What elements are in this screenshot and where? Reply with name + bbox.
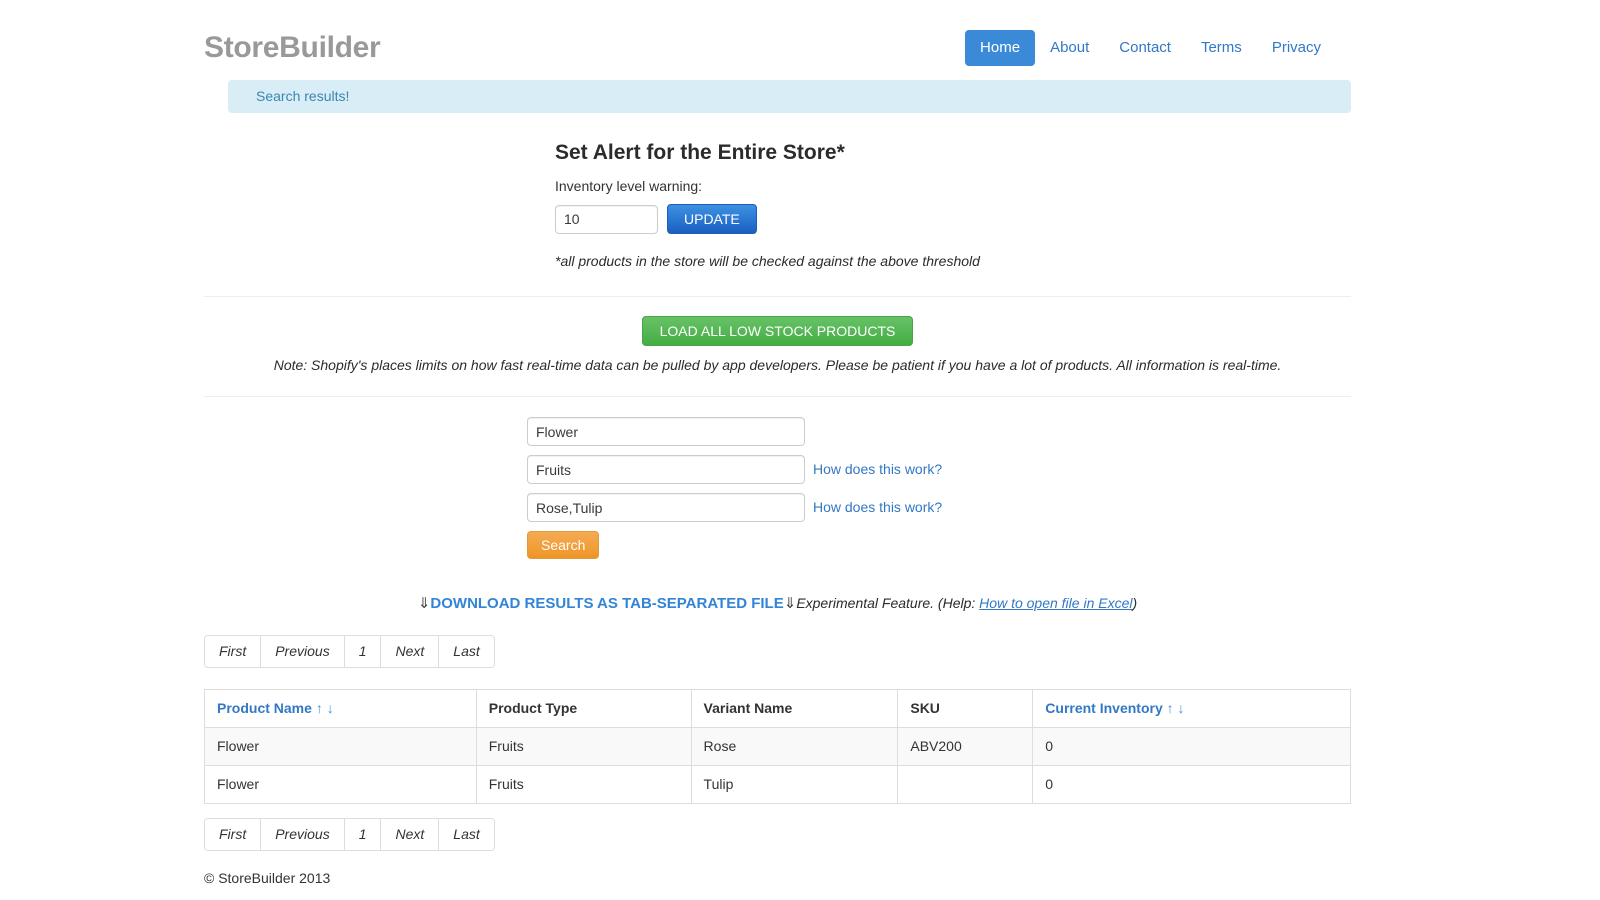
experimental-feature-text: Experimental Feature. (Help: (796, 595, 979, 611)
cell-product-type: Fruits (476, 766, 691, 804)
results-table-body: Flower Fruits Rose ABV200 0 Flower Fruit… (205, 728, 1351, 804)
cell-variant-name: Tulip (691, 766, 898, 804)
column-label-sku: SKU (910, 700, 940, 716)
search-button[interactable]: Search (527, 531, 599, 559)
results-table-wrapper: Product Name ↑ ↓ Product Type Variant Na… (204, 689, 1351, 804)
product-type-input[interactable] (527, 455, 805, 484)
column-header-current-inventory[interactable]: Current Inventory ↑ ↓ (1033, 690, 1351, 728)
results-table-head: Product Name ↑ ↓ Product Type Variant Na… (205, 690, 1351, 728)
search-row-submit: Search (527, 531, 942, 559)
column-label-product-type: Product Type (489, 700, 577, 716)
load-all-low-stock-products-button[interactable]: LOAD ALL LOW STOCK PRODUCTS (642, 316, 914, 346)
download-tsv-link[interactable]: DOWNLOAD RESULTS AS TAB-SEPARATED FILE (430, 595, 783, 612)
table-header-row: Product Name ↑ ↓ Product Type Variant Na… (205, 690, 1351, 728)
pagination-bottom: First Previous 1 Next Last (204, 818, 495, 851)
search-row-variants: How does this work? (527, 493, 942, 522)
pagination-previous[interactable]: Previous (261, 819, 344, 850)
search-row-product-type: How does this work? (527, 455, 942, 484)
nav-item-contact[interactable]: Contact (1104, 30, 1186, 66)
nav-item-terms[interactable]: Terms (1186, 30, 1257, 66)
header-container: StoreBuilder Home About Contact Terms Pr… (204, 0, 1351, 78)
variants-input[interactable] (527, 493, 805, 522)
inventory-warning-label: Inventory level warning: (555, 178, 1155, 195)
column-header-sku: SKU (898, 690, 1033, 728)
cell-current-inventory: 0 (1033, 766, 1351, 804)
product-name-input[interactable] (527, 417, 805, 446)
download-results-row: ⇓DOWNLOAD RESULTS AS TAB-SEPARATED FILE⇓… (204, 594, 1351, 613)
nav-item-privacy[interactable]: Privacy (1257, 30, 1336, 66)
search-row-product-name (527, 417, 942, 446)
section-divider-top (204, 296, 1351, 297)
inventory-threshold-input[interactable] (555, 205, 658, 234)
pagination-last[interactable]: Last (439, 819, 493, 850)
cell-sku (898, 766, 1033, 804)
cell-variant-name: Rose (691, 728, 898, 766)
download-closing-paren: ) (1132, 595, 1137, 611)
nav-item-home[interactable]: Home (965, 30, 1035, 66)
store-alert-section: Set Alert for the Entire Store* Inventor… (555, 140, 1155, 270)
help-link-product-type[interactable]: How does this work? (813, 461, 942, 478)
threshold-row: UPDATE (555, 204, 1155, 234)
brand-logo: StoreBuilder (204, 30, 380, 66)
threshold-footnote: *all products in the store will be check… (555, 253, 1155, 270)
section-divider-bottom (204, 396, 1351, 397)
cell-product-name: Flower (205, 728, 477, 766)
product-search-form: How does this work? How does this work? … (527, 417, 942, 568)
cell-product-name: Flower (205, 766, 477, 804)
column-label-current-inventory: Current Inventory (1045, 700, 1162, 716)
results-table: Product Name ↑ ↓ Product Type Variant Na… (204, 689, 1351, 804)
column-header-product-name[interactable]: Product Name ↑ ↓ (205, 690, 477, 728)
nav-item-about[interactable]: About (1035, 30, 1104, 66)
pagination-last[interactable]: Last (439, 636, 493, 667)
pagination-first[interactable]: First (205, 636, 261, 667)
column-header-product-type: Product Type (476, 690, 691, 728)
load-products-section: LOAD ALL LOW STOCK PRODUCTS (204, 316, 1351, 346)
column-label-product-name: Product Name (217, 700, 312, 716)
cell-sku: ABV200 (898, 728, 1033, 766)
pagination-next[interactable]: Next (381, 636, 439, 667)
pagination-first[interactable]: First (205, 819, 261, 850)
sort-arrows-product-name-icon[interactable]: ↑ ↓ (316, 700, 334, 716)
help-link-variants[interactable]: How does this work? (813, 499, 942, 516)
cell-current-inventory: 0 (1033, 728, 1351, 766)
download-arrow-right-icon: ⇓ (784, 595, 797, 612)
sort-arrows-current-inventory-icon[interactable]: ↑ ↓ (1167, 700, 1185, 716)
download-arrow-left-icon: ⇓ (418, 595, 431, 612)
site-header: StoreBuilder Home About Contact Terms Pr… (204, 0, 1351, 78)
pagination-previous[interactable]: Previous (261, 636, 344, 667)
app-page: StoreBuilder Home About Contact Terms Pr… (0, 0, 1600, 900)
cell-product-type: Fruits (476, 728, 691, 766)
pagination-next[interactable]: Next (381, 819, 439, 850)
column-header-variant-name: Variant Name (691, 690, 898, 728)
column-label-variant-name: Variant Name (704, 700, 793, 716)
footer-copyright: © StoreBuilder 2013 (204, 870, 330, 887)
load-products-note: Note: Shopify's places limits on how fas… (204, 357, 1351, 374)
pagination-top: First Previous 1 Next Last (204, 635, 495, 668)
main-navigation: Home About Contact Terms Privacy (965, 30, 1336, 66)
update-button[interactable]: UPDATE (667, 204, 757, 234)
pagination-page-1[interactable]: 1 (345, 819, 382, 850)
table-row: Flower Fruits Rose ABV200 0 (205, 728, 1351, 766)
search-results-alert: Search results! (228, 80, 1351, 113)
excel-help-link[interactable]: How to open file in Excel (979, 595, 1132, 611)
table-row: Flower Fruits Tulip 0 (205, 766, 1351, 804)
store-alert-title: Set Alert for the Entire Store* (555, 140, 1155, 165)
pagination-page-1[interactable]: 1 (345, 636, 382, 667)
